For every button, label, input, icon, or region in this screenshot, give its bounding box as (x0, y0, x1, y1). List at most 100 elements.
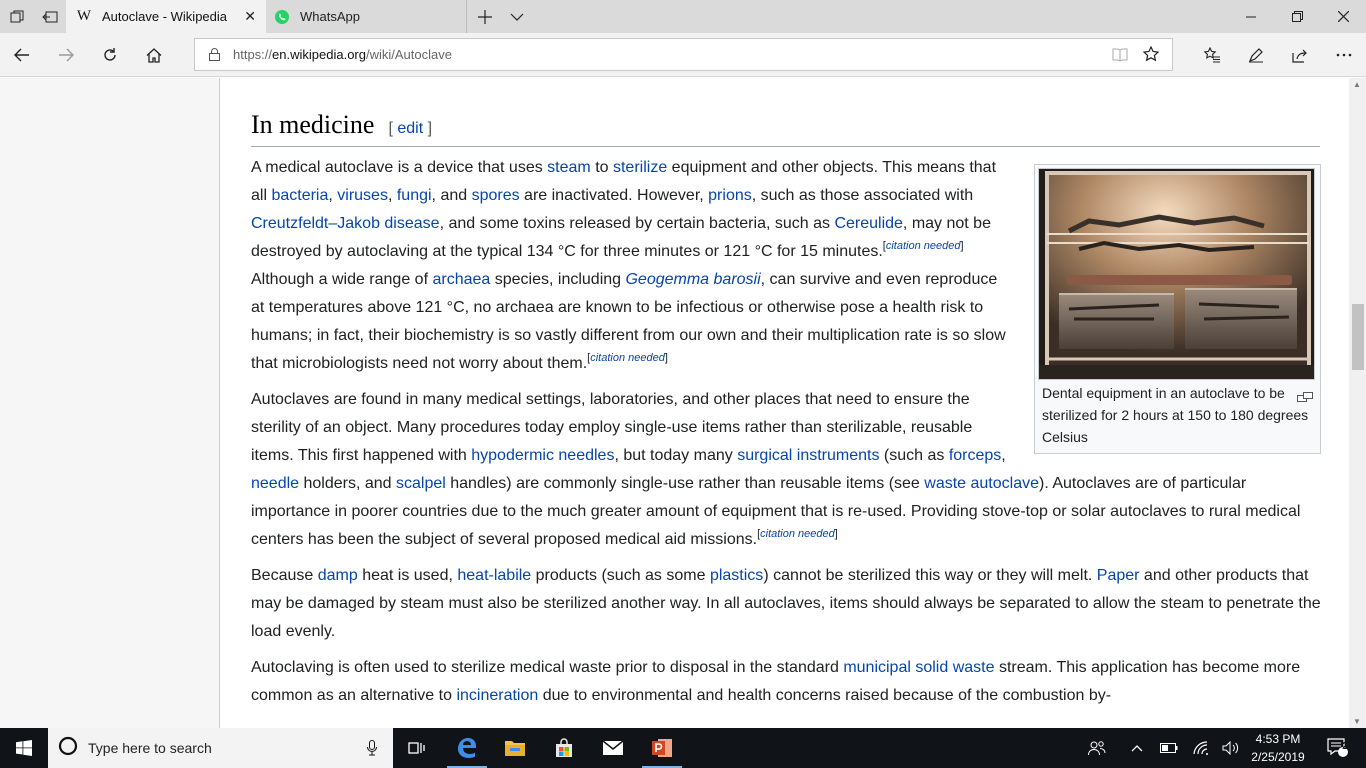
microphone-icon[interactable] (367, 740, 377, 761)
edit-section: [ edit ] (388, 120, 432, 137)
wikipedia-favicon-icon: W (76, 8, 92, 24)
link-bacteria[interactable]: bacteria (271, 187, 328, 204)
link-paper[interactable]: Paper (1097, 567, 1140, 584)
action-center-icon[interactable]: 2 (1320, 728, 1356, 768)
share-icon[interactable] (1278, 33, 1322, 77)
link-spores[interactable]: spores (472, 187, 520, 204)
link-cereulide[interactable]: Cereulide (834, 215, 902, 232)
volume-icon[interactable] (1220, 728, 1242, 768)
whatsapp-icon (274, 9, 290, 25)
close-tab-icon[interactable]: ✕ (244, 8, 256, 25)
favorites-hub-icon[interactable] (1190, 33, 1234, 77)
cortana-circle-icon (58, 736, 78, 761)
link-plastics[interactable]: plastics (710, 567, 763, 584)
figure-thumbnail: Dental equipment in an autoclave to be s… (1034, 164, 1321, 454)
link-creutzfeldt-jakob[interactable]: Creutzfeldt–Jakob disease (251, 215, 440, 232)
edge-browser-icon[interactable] (443, 728, 491, 768)
url-path: /wiki/Autoclave (365, 47, 452, 62)
show-hidden-icons-chevron-icon[interactable] (1126, 728, 1148, 768)
link-heat-labile[interactable]: heat-labile (457, 567, 531, 584)
link-fungi[interactable]: fungi (397, 187, 432, 204)
section-heading: In medicine [ edit ] (251, 109, 1320, 147)
autoclave-photo[interactable] (1038, 168, 1315, 380)
tab-title: Autoclave - Wikipedia (102, 9, 227, 24)
web-note-pen-icon[interactable] (1234, 33, 1278, 77)
link-scalpel[interactable]: scalpel (396, 475, 446, 492)
tab-title: WhatsApp (300, 9, 360, 24)
clock-date: 2/25/2019 (1251, 750, 1305, 764)
reading-view-icon[interactable] (1112, 47, 1128, 65)
taskbar-search-box[interactable]: Type here to search (48, 728, 393, 768)
more-options-icon[interactable] (1322, 33, 1366, 77)
forward-arrow-icon[interactable] (44, 33, 88, 77)
url-host: en.wikipedia.org (272, 47, 366, 62)
link-viruses[interactable]: viruses (337, 187, 388, 204)
scroll-up-icon[interactable]: ▲ (1353, 80, 1361, 89)
link-municipal-solid-waste[interactable]: municipal solid waste (843, 659, 994, 676)
edit-bracket-open: [ (388, 120, 398, 137)
url-scheme: https:// (233, 47, 273, 62)
windows-taskbar: Type here to search 4:53 PM 2/25/2019 2 (0, 728, 1366, 768)
citation-needed-link[interactable]: citation needed (590, 352, 665, 364)
scroll-down-icon[interactable]: ▼ (1353, 717, 1361, 726)
link-surgical-instruments[interactable]: surgical instruments (737, 447, 879, 464)
tab-preview-chevron-icon[interactable] (503, 0, 531, 33)
citation-needed: [citation needed] (587, 352, 668, 364)
citation-needed: [citation needed] (757, 528, 838, 540)
microsoft-store-icon[interactable] (540, 728, 588, 768)
tab-manager-icon[interactable] (0, 0, 33, 33)
back-arrow-icon[interactable] (0, 33, 44, 77)
link-hypodermic-needles[interactable]: hypodermic needles (471, 447, 614, 464)
mail-icon[interactable] (589, 728, 637, 768)
navigation-bar: https://en.wikipedia.org/wiki/Autoclave (0, 33, 1366, 77)
powerpoint-icon[interactable] (638, 728, 686, 768)
edit-bracket-close: ] (423, 120, 433, 137)
restore-icon[interactable] (1274, 0, 1320, 33)
tab-autoclave[interactable]: W Autoclave - Wikipedia ✕ (66, 0, 266, 33)
scrollbar-thumb[interactable] (1352, 304, 1364, 370)
page-viewport: In medicine[ edit ] Dental equipment in … (0, 78, 1366, 728)
refresh-icon[interactable] (88, 33, 132, 77)
caption-text: Dental equipment in an autoclave to be s… (1042, 385, 1309, 445)
notification-count: 2 (1342, 741, 1348, 752)
paragraph-4: Autoclaving is often used to sterilize m… (251, 659, 1301, 704)
home-icon[interactable] (132, 33, 176, 77)
citation-needed-link[interactable]: citation needed (760, 528, 835, 540)
edit-link[interactable]: edit (397, 120, 423, 137)
people-icon[interactable] (1082, 728, 1112, 768)
close-window-icon[interactable] (1320, 0, 1366, 33)
lock-icon[interactable] (195, 48, 233, 61)
tab-bar: W Autoclave - Wikipedia ✕ WhatsApp (0, 0, 1366, 33)
tab-whatsapp[interactable]: WhatsApp (266, 0, 466, 33)
system-clock[interactable]: 4:53 PM 2/25/2019 (1244, 730, 1312, 766)
link-steam[interactable]: steam (547, 159, 591, 176)
article-content: In medicine[ edit ] Dental equipment in … (251, 78, 1321, 718)
minimize-icon[interactable] (1228, 0, 1274, 33)
vertical-scrollbar[interactable]: ▲ ▼ (1349, 78, 1366, 728)
wikipedia-sidebar (0, 78, 220, 728)
task-view-icon[interactable] (393, 728, 441, 768)
battery-icon[interactable] (1158, 728, 1180, 768)
link-prions[interactable]: prions (708, 187, 752, 204)
link-geogemma-barosii[interactable]: Geogemma barosii (625, 271, 760, 288)
link-forceps[interactable]: forceps (949, 447, 1001, 464)
link-waste-autoclave[interactable]: waste autoclave (924, 475, 1039, 492)
clock-time: 4:53 PM (1255, 732, 1301, 746)
enlarge-icon[interactable] (1297, 386, 1313, 402)
set-tabs-aside-icon[interactable] (33, 0, 66, 33)
new-tab-icon[interactable] (467, 0, 503, 33)
citation-needed-link[interactable]: citation needed (886, 240, 961, 252)
search-placeholder: Type here to search (88, 740, 212, 756)
address-bar[interactable]: https://en.wikipedia.org/wiki/Autoclave (194, 38, 1173, 71)
favorite-star-icon[interactable] (1142, 45, 1160, 65)
wifi-icon[interactable] (1190, 728, 1212, 768)
paragraph-3: Because damp heat is used, heat-labile p… (251, 567, 1321, 640)
link-incineration[interactable]: incineration (456, 687, 538, 704)
windows-start-icon[interactable] (0, 728, 48, 768)
link-sterilize[interactable]: sterilize (613, 159, 667, 176)
file-explorer-icon[interactable] (491, 728, 539, 768)
link-needle[interactable]: needle (251, 475, 299, 492)
link-archaea[interactable]: archaea (432, 271, 490, 288)
figure-caption: Dental equipment in an autoclave to be s… (1038, 380, 1317, 450)
link-damp[interactable]: damp (318, 567, 358, 584)
